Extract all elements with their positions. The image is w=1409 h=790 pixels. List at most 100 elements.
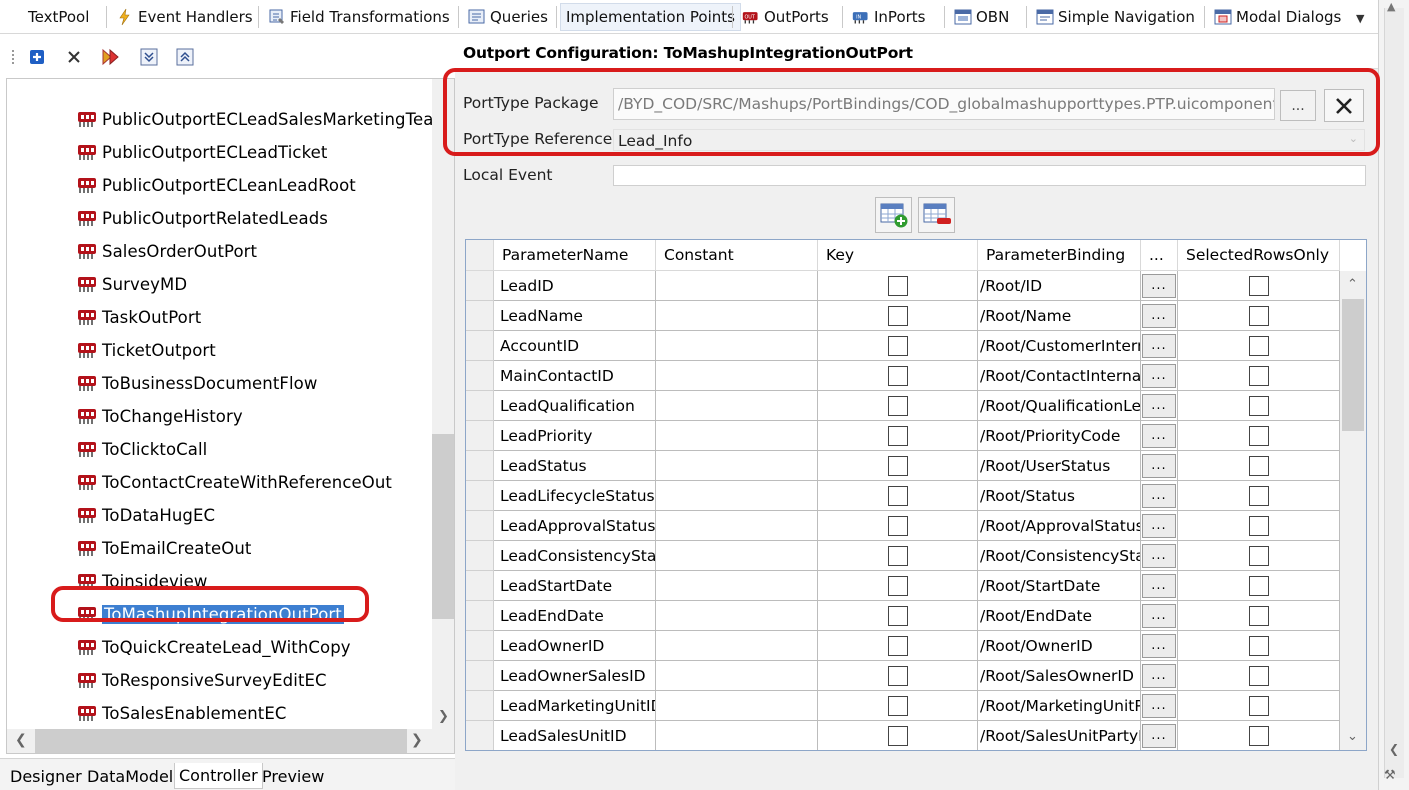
binding-browse-button[interactable]: ...	[1142, 393, 1176, 418]
binding-browse-button[interactable]: ...	[1142, 483, 1176, 508]
tab-modal-dialogs[interactable]: Modal Dialogs	[1208, 3, 1347, 31]
selected-rows-only-checkbox[interactable]	[1248, 305, 1269, 326]
row-header[interactable]	[466, 691, 494, 721]
key-checkbox[interactable]	[887, 335, 908, 356]
scroll-up-icon[interactable]: ⌃	[1347, 277, 1358, 292]
binding-browse-button[interactable]: ...	[1142, 303, 1176, 328]
tree-item[interactable]: ToEmailCreateOut	[77, 535, 252, 561]
binding-browse-button[interactable]: ...	[1142, 363, 1176, 388]
tab-overflow-icon[interactable]: ▼	[1356, 12, 1364, 25]
row-header[interactable]	[466, 301, 494, 331]
selected-rows-only-checkbox[interactable]	[1248, 515, 1269, 536]
key-checkbox[interactable]	[887, 545, 908, 566]
key-checkbox[interactable]	[887, 695, 908, 716]
key-checkbox[interactable]	[887, 275, 908, 296]
constant-cell[interactable]	[656, 571, 818, 601]
selected-rows-only-checkbox[interactable]	[1248, 695, 1269, 716]
row-header[interactable]	[466, 421, 494, 451]
tree-item[interactable]: PublicOutportECLeadTicket	[77, 139, 327, 165]
parameter-binding-cell[interactable]: /Root/OwnerID	[978, 631, 1141, 661]
binding-browse-button[interactable]: ...	[1142, 513, 1176, 538]
selected-rows-only-checkbox[interactable]	[1248, 635, 1269, 656]
table-row[interactable]: LeadStatus/Root/UserStatus...	[466, 451, 1340, 481]
selected-rows-only-checkbox[interactable]	[1248, 725, 1269, 746]
key-checkbox[interactable]	[887, 635, 908, 656]
bottom-tab-datamodel[interactable]: DataModel	[83, 763, 177, 789]
selected-rows-only-checkbox[interactable]	[1248, 275, 1269, 296]
parameter-name-cell[interactable]: LeadPriority	[494, 421, 656, 451]
parameter-name-cell[interactable]: LeadLifecycleStatus	[494, 481, 656, 511]
binding-browse-button[interactable]: ...	[1142, 723, 1176, 748]
table-row[interactable]: LeadID/Root/ID...	[466, 271, 1340, 301]
column-header[interactable]: Key	[818, 240, 978, 271]
add-row-button[interactable]	[875, 197, 912, 233]
selected-rows-only-checkbox[interactable]	[1248, 425, 1269, 446]
table-row[interactable]: LeadName/Root/Name...	[466, 301, 1340, 331]
run-icon[interactable]	[100, 46, 122, 68]
tab-field-transformations[interactable]: Field Transformations	[262, 3, 456, 31]
parameter-binding-cell[interactable]: /Root/CustomerInternalID	[978, 331, 1141, 361]
column-header[interactable]: ParameterName	[494, 240, 656, 271]
binding-browse-button[interactable]: ...	[1142, 333, 1176, 358]
tree-item[interactable]: Toinsideview	[77, 568, 207, 594]
constant-cell[interactable]	[656, 481, 818, 511]
parameter-name-cell[interactable]: LeadEndDate	[494, 601, 656, 631]
tab-simple-navigation[interactable]: Simple Navigation	[1030, 3, 1201, 31]
table-row[interactable]: LeadSalesUnitID/Root/SalesUnitPartyID...	[466, 721, 1340, 750]
binding-browse-button[interactable]: ...	[1142, 603, 1176, 628]
parameter-binding-cell[interactable]: /Root/Name	[978, 301, 1141, 331]
parameter-binding-cell[interactable]: /Root/SalesOwnerID	[978, 661, 1141, 691]
binding-browse-button[interactable]: ...	[1142, 273, 1176, 298]
scroll-down-icon[interactable]: ❯	[438, 709, 449, 724]
row-header[interactable]	[466, 271, 494, 301]
key-checkbox[interactable]	[887, 575, 908, 596]
parameter-name-cell[interactable]: LeadOwnerSalesID	[494, 661, 656, 691]
parameter-binding-cell[interactable]: /Root/QualificationLevelCode	[978, 391, 1141, 421]
key-checkbox[interactable]	[887, 425, 908, 446]
grid-vertical-scrollbar[interactable]: ⌃ ⌄	[1340, 271, 1366, 750]
tab-queries[interactable]: Queries	[462, 3, 554, 31]
scroll-thumb[interactable]	[432, 434, 454, 619]
scroll-right-icon[interactable]: ❯	[411, 732, 423, 748]
table-row[interactable]: LeadLifecycleStatus/Root/Status...	[466, 481, 1340, 511]
key-checkbox[interactable]	[887, 395, 908, 416]
binding-browse-button[interactable]: ...	[1142, 543, 1176, 568]
constant-cell[interactable]	[656, 391, 818, 421]
selected-rows-only-checkbox[interactable]	[1248, 665, 1269, 686]
constant-cell[interactable]	[656, 271, 818, 301]
table-row[interactable]: LeadConsistencyStatus/Root/ConsistencySt…	[466, 541, 1340, 571]
constant-cell[interactable]	[656, 511, 818, 541]
row-header[interactable]	[466, 481, 494, 511]
tab-outports[interactable]: OUT OutPorts	[736, 3, 835, 31]
selected-rows-only-checkbox[interactable]	[1248, 605, 1269, 626]
bottom-tab-designer[interactable]: Designer	[6, 763, 86, 789]
row-header[interactable]	[466, 541, 494, 571]
tree-item[interactable]: ToMashupIntegrationOutPort	[77, 601, 344, 627]
table-row[interactable]: LeadOwnerSalesID/Root/SalesOwnerID...	[466, 661, 1340, 691]
parameter-binding-cell[interactable]: /Root/ConsistencyStatus	[978, 541, 1141, 571]
tab-event-handlers[interactable]: Event Handlers	[110, 3, 259, 31]
bottom-tab-controller[interactable]: Controller	[174, 763, 263, 789]
tree-horizontal-scrollbar[interactable]: ❮ ❯	[7, 729, 454, 753]
constant-cell[interactable]	[656, 691, 818, 721]
side-scrollbar[interactable]	[1384, 8, 1404, 778]
constant-cell[interactable]	[656, 421, 818, 451]
selected-rows-only-checkbox[interactable]	[1248, 545, 1269, 566]
parameter-binding-cell[interactable]: /Root/SalesUnitPartyID	[978, 721, 1141, 750]
constant-cell[interactable]	[656, 451, 818, 481]
selected-rows-only-checkbox[interactable]	[1248, 365, 1269, 386]
parameter-binding-cell[interactable]: /Root/EndDate	[978, 601, 1141, 631]
table-row[interactable]: MainContactID/Root/ContactInternalID...	[466, 361, 1340, 391]
row-header[interactable]	[466, 661, 494, 691]
binding-browse-button[interactable]: ...	[1142, 453, 1176, 478]
row-header[interactable]	[466, 391, 494, 421]
tree-item[interactable]: TicketOutport	[77, 337, 216, 363]
selected-rows-only-checkbox[interactable]	[1248, 455, 1269, 476]
table-row[interactable]: LeadApprovalStatus/Root/ApprovalStatus..…	[466, 511, 1340, 541]
table-row[interactable]: LeadOwnerID/Root/OwnerID...	[466, 631, 1340, 661]
column-header[interactable]: ...	[1141, 240, 1178, 271]
table-row[interactable]: LeadPriority/Root/PriorityCode...	[466, 421, 1340, 451]
constant-cell[interactable]	[656, 721, 818, 750]
selected-rows-only-checkbox[interactable]	[1248, 575, 1269, 596]
tree-item[interactable]: ToQuickCreateLead_WithCopy	[77, 634, 351, 660]
